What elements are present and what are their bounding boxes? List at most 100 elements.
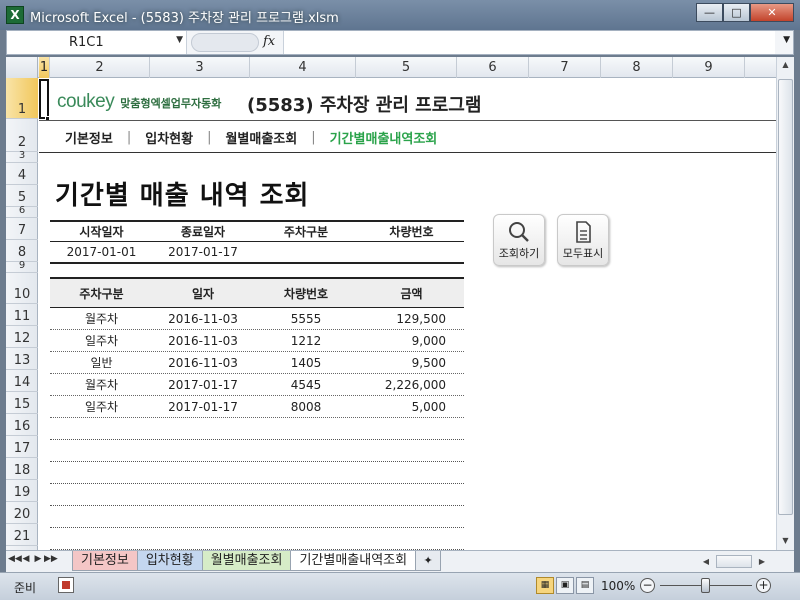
scroll-right-icon[interactable]: ▶ xyxy=(756,557,768,566)
search-col-start-date: 시작일자 xyxy=(79,225,124,239)
page-layout-view-icon[interactable]: ▣ xyxy=(556,577,574,594)
nav-separator: | xyxy=(311,130,316,145)
table-row-empty[interactable] xyxy=(50,528,464,550)
tab-entry-status[interactable]: 입차현황 xyxy=(136,551,203,571)
row-header[interactable]: 7 xyxy=(6,218,38,240)
table-row-empty[interactable] xyxy=(50,462,464,484)
search-criteria-table: 시작일자 종료일자 주차구분 차량번호 2017-01-01 2017-01-1… xyxy=(50,220,464,264)
nav-item-basic-info[interactable]: 기본정보 xyxy=(65,128,113,147)
row-header[interactable]: 21 xyxy=(6,524,38,546)
table-row-empty[interactable] xyxy=(50,440,464,462)
insert-function-icon[interactable]: fx xyxy=(263,34,275,49)
zoom-out-icon[interactable]: − xyxy=(640,578,655,593)
nav-item-monthly-sales[interactable]: 월별매출조회 xyxy=(225,128,297,147)
table-row-empty[interactable] xyxy=(50,418,464,440)
horizontal-scroll-thumb[interactable] xyxy=(716,555,752,568)
cell-amount: 9,000 xyxy=(411,333,446,348)
row-header[interactable]: 4 xyxy=(6,163,38,185)
start-date-field[interactable]: 2017-01-01 xyxy=(50,245,153,259)
vertical-scrollbar[interactable]: ▲ ▼ xyxy=(776,57,794,550)
formula-bar-splitter[interactable] xyxy=(191,33,259,52)
scroll-down-icon[interactable]: ▼ xyxy=(777,533,794,549)
column-header[interactable]: 1 xyxy=(39,57,50,78)
search-col-car-number: 차량번호 xyxy=(389,225,434,239)
row-header[interactable]: 13 xyxy=(6,348,38,370)
search-button[interactable]: 조회하기 xyxy=(493,214,545,266)
minimize-button[interactable]: — xyxy=(696,3,723,22)
row-header[interactable]: 17 xyxy=(6,436,38,458)
row-header[interactable]: 1 xyxy=(6,78,38,119)
prev-sheet-icon[interactable]: ◀ xyxy=(20,554,32,564)
coukey-logo: coukey 맞춤형엑셀업무자동화 xyxy=(57,91,221,113)
worksheet-grid: 1 2 3 4 5 6 7 8 9 1 2 3 4 5 6 7 8 9 10 1… xyxy=(6,57,794,550)
row-header[interactable]: 19 xyxy=(6,480,38,502)
zoom-level[interactable]: 100% xyxy=(601,579,635,593)
excel-icon[interactable]: X xyxy=(6,6,24,24)
cell-amount: 2,226,000 xyxy=(384,377,446,392)
row-header[interactable]: 12 xyxy=(6,326,38,348)
column-header[interactable]: 2 xyxy=(50,57,150,78)
first-sheet-icon[interactable]: ◀◀ xyxy=(8,554,22,564)
page-break-view-icon[interactable]: ▤ xyxy=(576,577,594,594)
maximize-button[interactable]: □ xyxy=(723,3,750,22)
chevron-down-icon[interactable]: ▼ xyxy=(176,35,183,45)
zoom-slider-knob[interactable] xyxy=(701,578,710,593)
column-header[interactable]: 7 xyxy=(529,57,601,78)
sheet-content[interactable]: coukey 맞춤형엑셀업무자동화 (5583) 주차장 관리 프로그램 기본정… xyxy=(39,79,776,550)
close-button[interactable]: ✕ xyxy=(750,3,794,22)
tab-period-sales[interactable]: 기간별매출내역조회 xyxy=(290,551,417,571)
scroll-up-icon[interactable]: ▲ xyxy=(777,57,794,73)
horizontal-scrollbar[interactable]: ◀ ▶ xyxy=(700,554,790,569)
show-all-button[interactable]: 모두표시 xyxy=(557,214,609,266)
row-header[interactable]: 20 xyxy=(6,502,38,524)
column-header[interactable]: 9 xyxy=(673,57,745,78)
column-header[interactable]: 5 xyxy=(356,57,457,78)
table-row-empty[interactable] xyxy=(50,506,464,528)
column-header[interactable]: 8 xyxy=(601,57,673,78)
row-header[interactable]: 5 xyxy=(6,185,38,207)
insert-sheet-icon[interactable]: ✦ xyxy=(415,551,442,571)
active-cell[interactable] xyxy=(39,79,49,119)
next-sheet-icon[interactable]: ▶ xyxy=(32,554,44,564)
last-sheet-icon[interactable]: ▶▶ xyxy=(44,554,58,564)
table-row[interactable]: 월주차 2016-11-03 5555 129,500 xyxy=(50,308,464,330)
status-mode: 준비 xyxy=(14,581,37,595)
table-row[interactable]: 일주차 2016-11-03 1212 9,000 xyxy=(50,330,464,352)
row-header[interactable]: 18 xyxy=(6,458,38,480)
select-all-corner[interactable] xyxy=(6,57,38,78)
nav-item-period-sales[interactable]: 기간별매출내역조회 xyxy=(330,128,438,147)
table-row[interactable]: 일반 2016-11-03 1405 9,500 xyxy=(50,352,464,374)
zoom-in-icon[interactable]: + xyxy=(756,578,771,593)
vertical-scroll-thumb[interactable] xyxy=(778,79,793,515)
normal-view-icon[interactable]: ▦ xyxy=(536,577,554,594)
formula-input[interactable] xyxy=(283,31,775,54)
sales-results-table: 주차구분 일자 차량번호 금액 월주차 2016-11-03 5555 129,… xyxy=(50,277,464,550)
row-header[interactable]: 10 xyxy=(6,273,38,304)
expand-formula-bar-icon[interactable]: ▼ xyxy=(783,35,790,45)
tab-basic-info[interactable]: 기본정보 xyxy=(72,551,138,571)
row-header[interactable]: 16 xyxy=(6,414,38,436)
name-box[interactable]: R1C1 ▼ xyxy=(7,31,187,54)
end-date-field[interactable]: 2017-01-17 xyxy=(153,245,253,259)
nav-item-entry-status[interactable]: 입차현황 xyxy=(145,128,193,147)
macro-record-icon[interactable] xyxy=(58,577,74,593)
row-header[interactable]: 9 xyxy=(6,260,38,273)
row-header[interactable]: 11 xyxy=(6,304,38,326)
scroll-left-icon[interactable]: ◀ xyxy=(700,557,712,566)
table-row-empty[interactable] xyxy=(50,484,464,506)
tab-monthly-sales[interactable]: 월별매출조회 xyxy=(201,551,292,571)
search-header-row: 시작일자 종료일자 주차구분 차량번호 xyxy=(50,220,464,242)
row-header[interactable]: 6 xyxy=(6,205,38,218)
column-header[interactable]: 6 xyxy=(457,57,529,78)
column-header[interactable]: 3 xyxy=(150,57,250,78)
column-header[interactable]: 4 xyxy=(250,57,356,78)
table-row[interactable]: 월주차 2017-01-17 4545 2,226,000 xyxy=(50,374,464,396)
row-header[interactable]: 15 xyxy=(6,392,38,414)
table-row[interactable]: 일주차 2017-01-17 8008 5,000 xyxy=(50,396,464,418)
row-header[interactable]: 3 xyxy=(6,150,38,163)
sheet-tabs: 기본정보 입차현황 월별매출조회 기간별매출내역조회 ✦ xyxy=(72,551,442,572)
row-header[interactable]: 2 xyxy=(6,119,38,152)
row-header[interactable]: 8 xyxy=(6,240,38,262)
cell-date: 2016-11-03 xyxy=(168,311,238,326)
row-header[interactable]: 14 xyxy=(6,370,38,392)
